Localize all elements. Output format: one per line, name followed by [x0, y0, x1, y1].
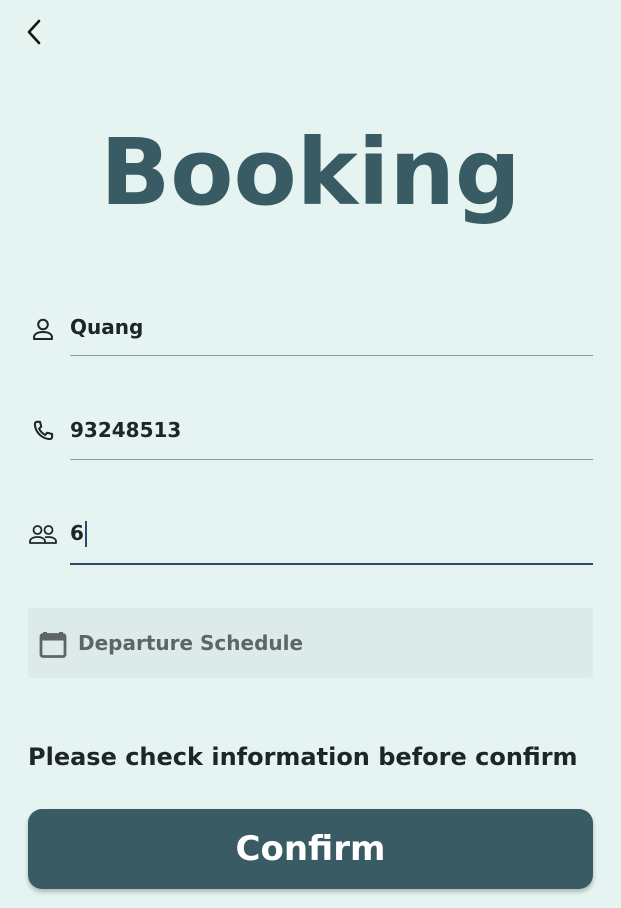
person-icon	[28, 314, 58, 344]
name-value: Quang	[70, 315, 144, 339]
chevron-left-icon	[24, 17, 44, 51]
name-underline	[70, 355, 593, 356]
departure-schedule-button[interactable]: Departure Schedule	[28, 608, 593, 678]
phone-field[interactable]: 93248513	[28, 413, 593, 473]
departure-schedule-label: Departure Schedule	[78, 631, 304, 655]
guests-field[interactable]: 6	[28, 518, 593, 578]
calendar-icon	[39, 628, 67, 658]
guests-value: 6	[70, 521, 84, 545]
text-caret	[84, 520, 87, 547]
phone-underline	[70, 459, 593, 460]
guests-input[interactable]: 6	[70, 520, 87, 548]
group-icon	[28, 520, 58, 550]
page-title: Booking	[100, 119, 521, 226]
confirm-button[interactable]: Confirm	[28, 809, 593, 889]
notice-text: Please check information before confirm	[28, 743, 578, 771]
phone-icon	[28, 416, 58, 446]
name-field[interactable]: Quang	[28, 310, 593, 370]
phone-value: 93248513	[70, 418, 182, 442]
back-button[interactable]	[18, 17, 50, 51]
guests-underline	[70, 563, 593, 565]
